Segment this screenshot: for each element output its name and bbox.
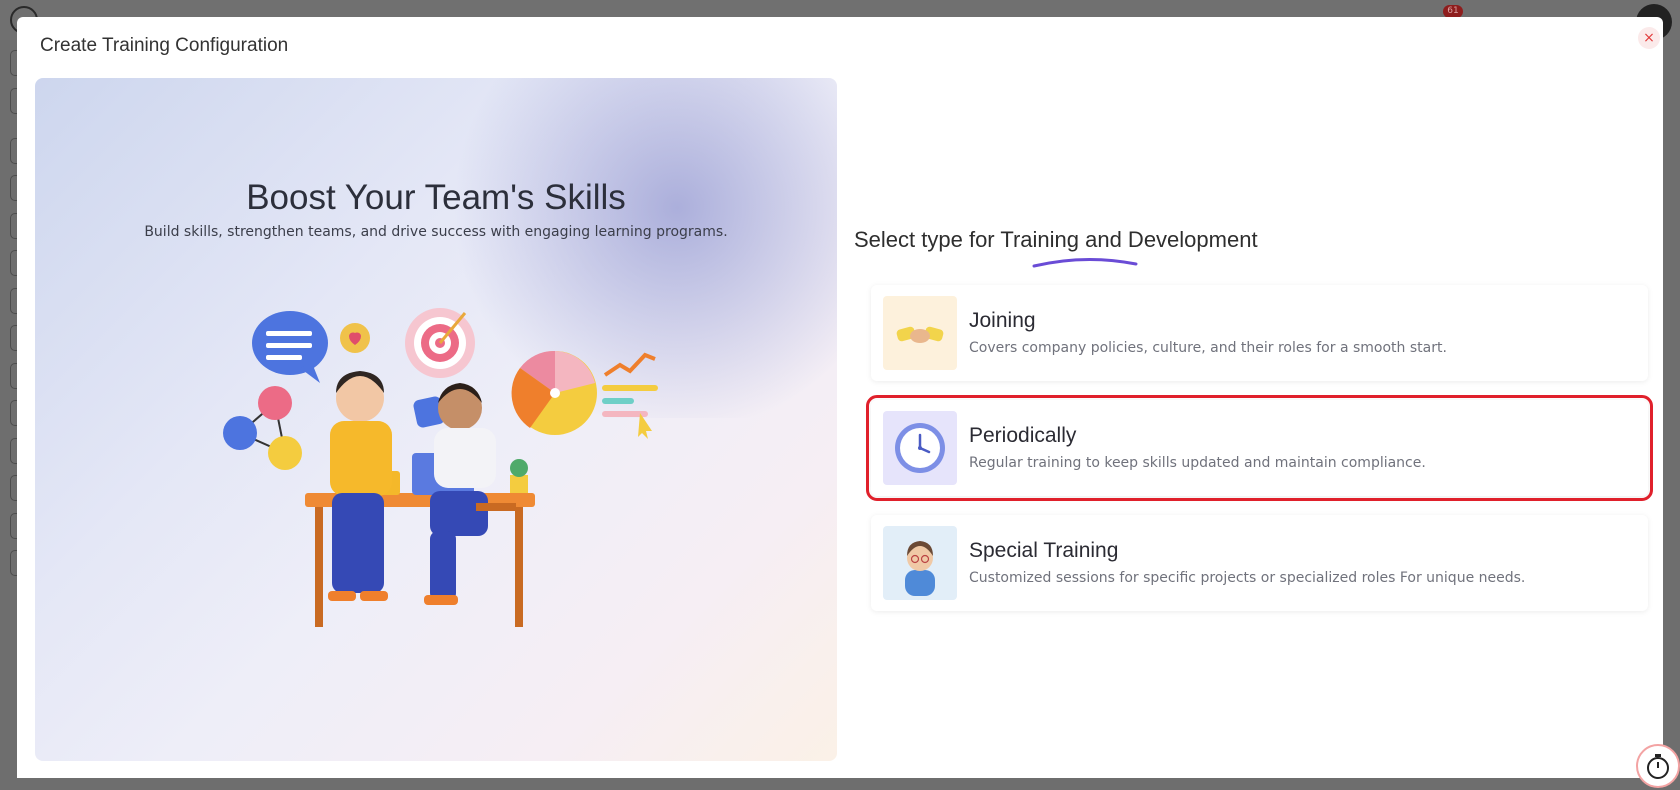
option-description: Covers company policies, culture, and th… (969, 340, 1447, 356)
option-title: Joining (969, 309, 1036, 332)
timer-button[interactable] (1636, 744, 1680, 788)
option-title: Special Training (969, 539, 1119, 562)
modal-title: Create Training Configuration (40, 35, 289, 56)
network-icon (223, 386, 302, 470)
section-title: Select type for Training and Development (854, 227, 1258, 252)
hero-title: Boost Your Team's Skills (246, 178, 626, 217)
chat-bubble-icon (252, 311, 328, 383)
trainer-avatar-icon (883, 526, 957, 600)
stopwatch-icon (1647, 754, 1669, 779)
title-underline-decoration (1032, 257, 1138, 268)
clock-icon (883, 411, 957, 485)
hero-subtitle: Build skills, strengthen teams, and driv… (144, 224, 728, 240)
hero-panel: Boost Your Team's Skills Build skills, s… (35, 78, 837, 761)
option-periodically[interactable]: Periodically Regular training to keep sk… (866, 395, 1653, 501)
option-title: Periodically (969, 424, 1077, 447)
target-icon (405, 308, 475, 378)
close-button[interactable]: × (1638, 27, 1660, 49)
option-description: Customized sessions for specific project… (969, 570, 1526, 586)
team-learning-illustration (223, 308, 658, 627)
heart-icon (340, 323, 370, 353)
trend-chart-icon (602, 352, 658, 439)
pie-chart-icon (511, 350, 597, 435)
plant-pot (510, 475, 528, 493)
handshake-icon (883, 296, 957, 370)
option-special-training[interactable]: Special Training Customized sessions for… (871, 515, 1648, 611)
option-description: Regular training to keep skills updated … (969, 455, 1426, 471)
option-joining[interactable]: Joining Covers company policies, culture… (871, 285, 1648, 381)
woman-figure (328, 371, 392, 601)
create-training-modal: Create Training Configuration × Boost Yo… (17, 17, 1663, 778)
